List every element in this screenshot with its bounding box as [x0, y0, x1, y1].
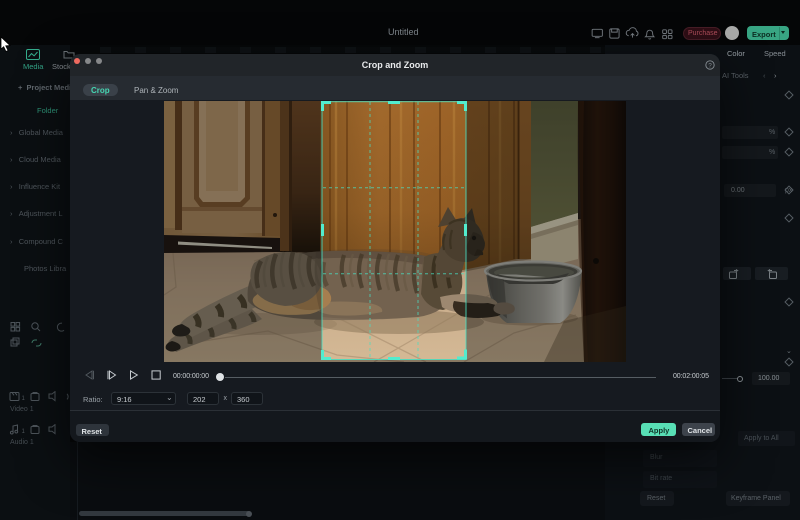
svg-text:1: 1 [22, 396, 26, 402]
svg-text:?: ? [708, 62, 712, 69]
svg-text:1: 1 [22, 429, 26, 435]
